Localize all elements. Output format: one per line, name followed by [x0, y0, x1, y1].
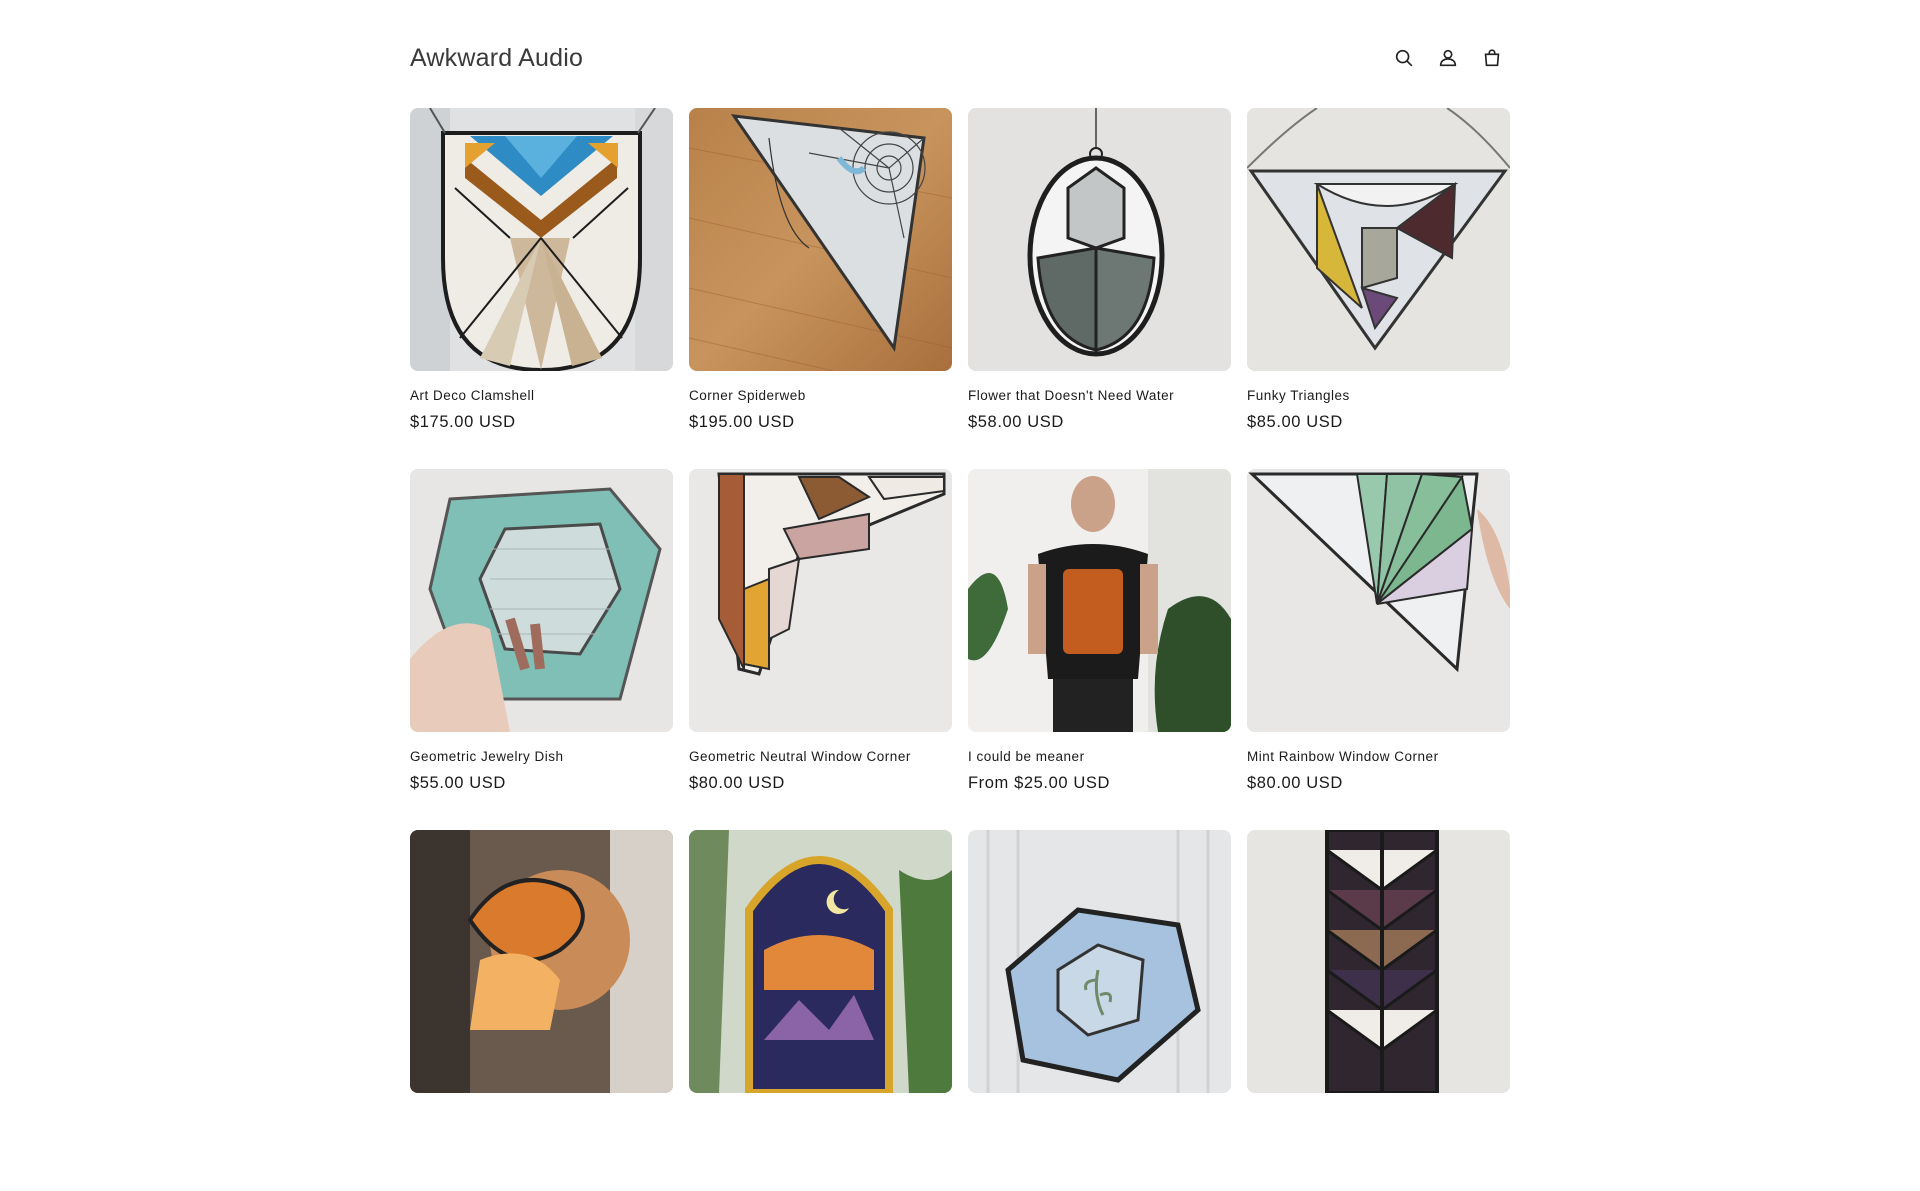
product-card[interactable]: I could be meaner From $25.00 USD [968, 469, 1231, 830]
product-image[interactable] [968, 469, 1231, 732]
account-icon [1439, 49, 1457, 67]
product-image[interactable] [689, 469, 952, 732]
account-button[interactable] [1432, 42, 1464, 74]
product-card[interactable] [410, 830, 673, 1191]
product-image[interactable] [1247, 108, 1510, 371]
product-title[interactable]: Geometric Neutral Window Corner [689, 749, 952, 764]
product-price: $80.00 USD [1247, 774, 1343, 792]
search-icon [1395, 49, 1413, 67]
product-price: $195.00 USD [689, 413, 795, 431]
product-title[interactable]: Corner Spiderweb [689, 388, 952, 403]
product-grid: Art Deco Clamshell $175.00 USD Corner Sp… [410, 108, 1510, 1191]
header-icons [1388, 42, 1508, 74]
product-title[interactable]: Funky Triangles [1247, 388, 1510, 403]
site-header: Awkward Audio [410, 36, 1510, 80]
product-image[interactable] [968, 830, 1231, 1093]
product-title[interactable]: Geometric Jewelry Dish [410, 749, 673, 764]
product-image[interactable] [410, 830, 673, 1093]
store-logo-link[interactable]: Awkward Audio [410, 44, 583, 73]
product-price: $85.00 USD [1247, 413, 1343, 431]
product-image[interactable] [1247, 469, 1510, 732]
product-card[interactable]: Geometric Jewelry Dish $55.00 USD [410, 469, 673, 830]
product-image[interactable] [410, 108, 673, 371]
product-image[interactable] [410, 469, 673, 732]
product-card[interactable]: Funky Triangles $85.00 USD [1247, 108, 1510, 469]
product-image[interactable] [689, 108, 952, 371]
search-button[interactable] [1388, 42, 1420, 74]
product-card[interactable]: Corner Spiderweb $195.00 USD [689, 108, 952, 469]
product-card[interactable] [1247, 830, 1510, 1191]
product-title[interactable]: Flower that Doesn't Need Water [968, 388, 1231, 403]
product-price: $80.00 USD [689, 774, 785, 792]
product-card[interactable]: Art Deco Clamshell $175.00 USD [410, 108, 673, 469]
product-card[interactable] [968, 830, 1231, 1191]
product-image[interactable] [689, 830, 952, 1093]
product-title[interactable]: Art Deco Clamshell [410, 388, 673, 403]
product-card[interactable]: Geometric Neutral Window Corner $80.00 U… [689, 469, 952, 830]
cart-button[interactable] [1476, 42, 1508, 74]
product-image[interactable] [1247, 830, 1510, 1093]
page: Awkward Audio Art Deco Clamshell $175.00… [0, 0, 1920, 1093]
product-price: $58.00 USD [968, 413, 1064, 431]
product-image[interactable] [968, 108, 1231, 371]
product-price: $55.00 USD [410, 774, 506, 792]
product-card[interactable] [689, 830, 952, 1191]
product-title[interactable]: Mint Rainbow Window Corner [1247, 749, 1510, 764]
cart-icon [1484, 49, 1500, 67]
product-title[interactable]: I could be meaner [968, 749, 1231, 764]
product-card[interactable]: Flower that Doesn't Need Water $58.00 US… [968, 108, 1231, 469]
product-price: From $25.00 USD [968, 774, 1110, 792]
product-card[interactable]: Mint Rainbow Window Corner $80.00 USD [1247, 469, 1510, 830]
product-price: $175.00 USD [410, 413, 516, 431]
